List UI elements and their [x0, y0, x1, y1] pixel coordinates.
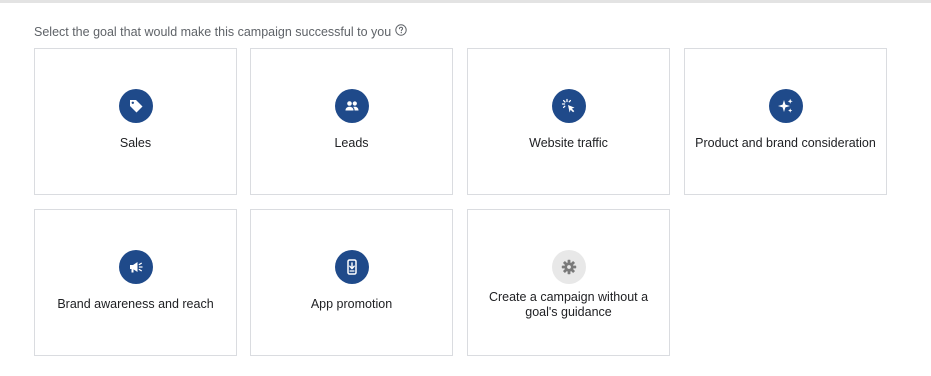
goal-card-product-brand-consideration[interactable]: Product and brand consideration [684, 48, 887, 195]
goal-card-website-traffic[interactable]: Website traffic [467, 48, 670, 195]
people-icon [334, 89, 369, 123]
goal-label-app-promotion: App promotion [310, 297, 393, 311]
megaphone-icon [118, 250, 153, 284]
goal-card-leads[interactable]: Leads [250, 48, 453, 195]
tag-icon [118, 89, 153, 123]
goal-prompt-text: Select the goal that would make this cam… [34, 25, 392, 39]
goal-label-product-brand-consideration: Product and brand consideration [695, 136, 876, 150]
goal-card-app-promotion[interactable]: App promotion [250, 209, 453, 356]
goal-label-website-traffic: Website traffic [529, 136, 608, 150]
top-divider [0, 0, 931, 3]
goal-card-no-goal-guidance[interactable]: Create a campaign without a goal's guida… [467, 209, 670, 356]
gear-icon [551, 250, 586, 284]
cursor-click-icon [551, 89, 586, 123]
phone-download-icon [334, 250, 369, 284]
goal-label-sales: Sales [119, 136, 152, 150]
goal-prompt: Select the goal that would make this cam… [34, 24, 407, 39]
help-circle-icon[interactable] [395, 24, 407, 36]
sparkle-icon [768, 89, 803, 123]
goal-card-sales[interactable]: Sales [34, 48, 237, 195]
goal-label-brand-awareness-reach: Brand awareness and reach [57, 297, 214, 311]
goal-card-brand-awareness-reach[interactable]: Brand awareness and reach [34, 209, 237, 356]
goal-label-no-goal-guidance: Create a campaign without a goal's guida… [488, 290, 649, 319]
goal-label-leads: Leads [334, 136, 369, 150]
